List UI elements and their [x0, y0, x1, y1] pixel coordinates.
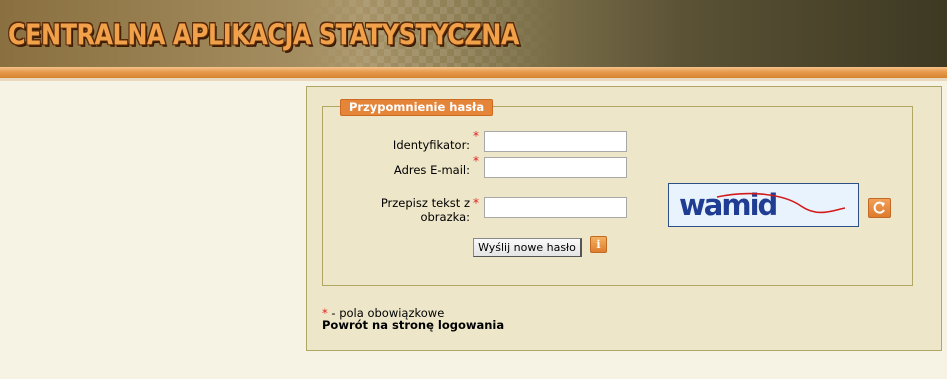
app-title: CENTRALNA APLIKACJA STATYSTYCZNA — [8, 18, 519, 52]
email-input[interactable] — [484, 157, 627, 178]
info-icon[interactable]: i — [590, 236, 607, 253]
captcha-graphic: wamid — [679, 188, 846, 222]
captcha-label-line1: Przepisz tekst z — [380, 196, 470, 210]
captcha-refresh-button[interactable] — [868, 198, 891, 218]
email-label: Adres E-mail: — [393, 163, 470, 177]
email-required-marker: * — [473, 154, 479, 168]
info-icon-glyph: i — [596, 238, 601, 251]
refresh-icon — [873, 201, 885, 214]
header-divider — [0, 78, 947, 81]
fieldset-legend: Przypomnienie hasła — [340, 99, 494, 116]
back-to-login-link[interactable]: Powrót na stronę logowania — [322, 318, 504, 332]
identifier-required-marker: * — [473, 129, 479, 143]
captcha-input[interactable] — [484, 197, 627, 218]
send-new-password-button[interactable]: Wyślij nowe hasło — [473, 238, 582, 257]
captcha-label-line2: obrazka: — [420, 210, 470, 224]
captcha-required-marker: * — [473, 196, 479, 210]
captcha-image: wamid — [668, 183, 859, 227]
identifier-input[interactable] — [484, 131, 627, 152]
app-header: CENTRALNA APLIKACJA STATYSTYCZNA — [0, 0, 947, 67]
captcha-text: wamid — [679, 188, 777, 222]
captcha-input-label: Przepisz tekst z obrazka: — [360, 196, 470, 224]
identifier-label: Identyfikator: — [392, 138, 470, 152]
header-stripe — [0, 67, 947, 78]
